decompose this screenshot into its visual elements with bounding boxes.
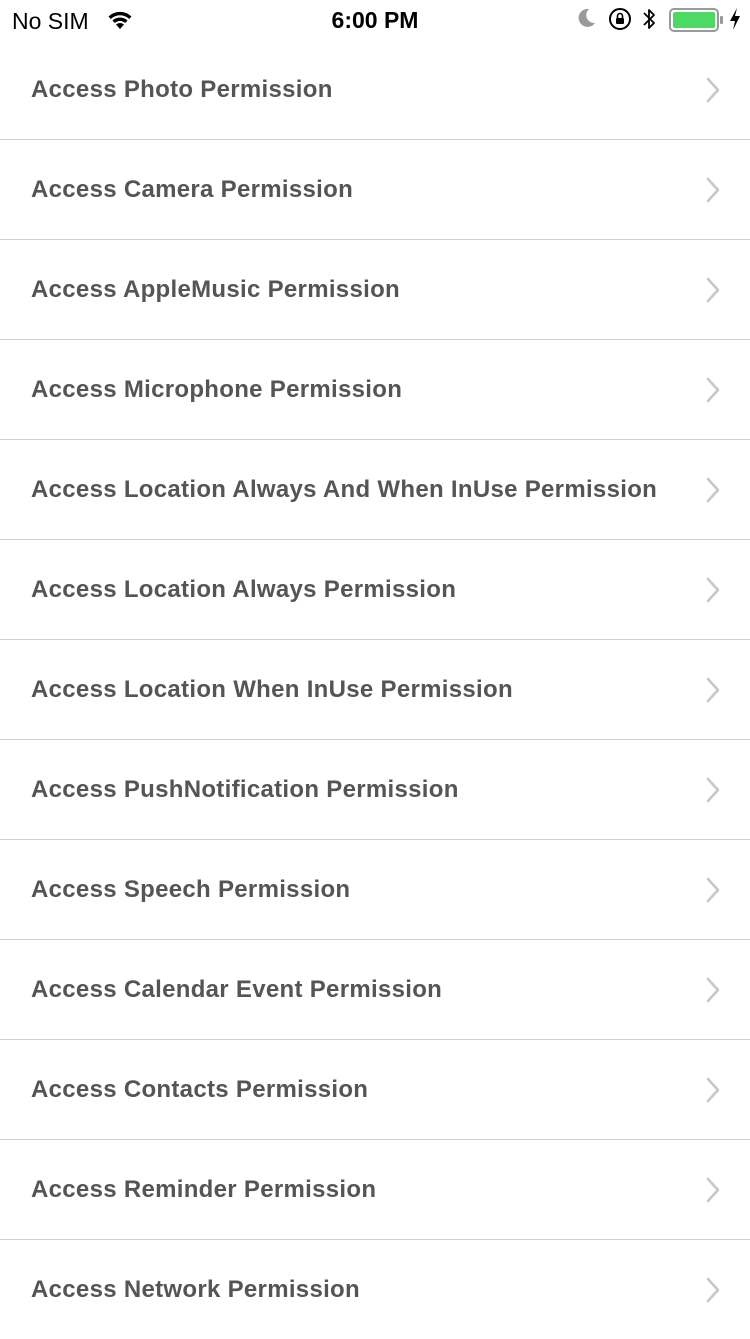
permission-row[interactable]: Access Reminder Permission	[0, 1140, 750, 1240]
chevron-right-icon	[706, 977, 720, 1003]
permission-row-label: Access Reminder Permission	[31, 1176, 377, 1203]
permission-row-label: Access Calendar Event Permission	[31, 976, 443, 1003]
orientation-lock-icon	[609, 8, 631, 30]
chevron-right-icon	[706, 1177, 720, 1203]
chevron-right-icon	[706, 77, 720, 103]
moon-icon	[578, 8, 595, 27]
permission-row[interactable]: Access Speech Permission	[0, 840, 750, 940]
chevron-right-icon	[706, 377, 720, 403]
permission-row[interactable]: Access Location Always Permission	[0, 540, 750, 640]
permission-row[interactable]: Access Camera Permission	[0, 140, 750, 240]
charging-bolt-icon	[730, 8, 740, 30]
permission-row[interactable]: Access Contacts Permission	[0, 1040, 750, 1140]
permission-row-label: Access Camera Permission	[31, 176, 354, 203]
permission-row[interactable]: Access Calendar Event Permission	[0, 940, 750, 1040]
permission-row-label: Access PushNotification Permission	[31, 776, 459, 803]
permission-row[interactable]: Access Photo Permission	[0, 40, 750, 140]
permission-row-label: Access Photo Permission	[31, 76, 333, 103]
permission-row[interactable]: Access PushNotification Permission	[0, 740, 750, 840]
permission-list: Access Photo Permission Access Camera Per…	[0, 40, 750, 1339]
permission-row[interactable]: Access Microphone Permission	[0, 340, 750, 440]
chevron-right-icon	[706, 677, 720, 703]
chevron-right-icon	[706, 277, 720, 303]
chevron-right-icon	[706, 477, 720, 503]
permission-row-label: Access Speech Permission	[31, 876, 351, 903]
battery-icon	[669, 8, 723, 32]
permission-row[interactable]: Access Location When InUse Permission	[0, 640, 750, 740]
chevron-right-icon	[706, 577, 720, 603]
status-bar: No SIM 6:00 PM	[0, 0, 750, 40]
permission-row[interactable]: Access AppleMusic Permission	[0, 240, 750, 340]
permission-row-label: Access Location Always And When InUse Pe…	[31, 476, 658, 503]
chevron-right-icon	[706, 777, 720, 803]
permission-row-label: Access Contacts Permission	[31, 1076, 369, 1103]
chevron-right-icon	[706, 877, 720, 903]
permission-row-label: Access AppleMusic Permission	[31, 276, 400, 303]
bluetooth-icon	[643, 9, 655, 29]
permission-row[interactable]: Access Network Permission	[0, 1240, 750, 1339]
permission-row-label: Access Location When InUse Permission	[31, 676, 513, 703]
chevron-right-icon	[706, 177, 720, 203]
permission-row[interactable]: Access Location Always And When InUse Pe…	[0, 440, 750, 540]
chevron-right-icon	[706, 1077, 720, 1103]
permission-row-label: Access Location Always Permission	[31, 576, 457, 603]
permission-row-label: Access Microphone Permission	[31, 376, 403, 403]
chevron-right-icon	[706, 1277, 720, 1303]
clock-time: 6:00 PM	[331, 7, 419, 33]
permission-row-label: Access Network Permission	[31, 1276, 360, 1303]
